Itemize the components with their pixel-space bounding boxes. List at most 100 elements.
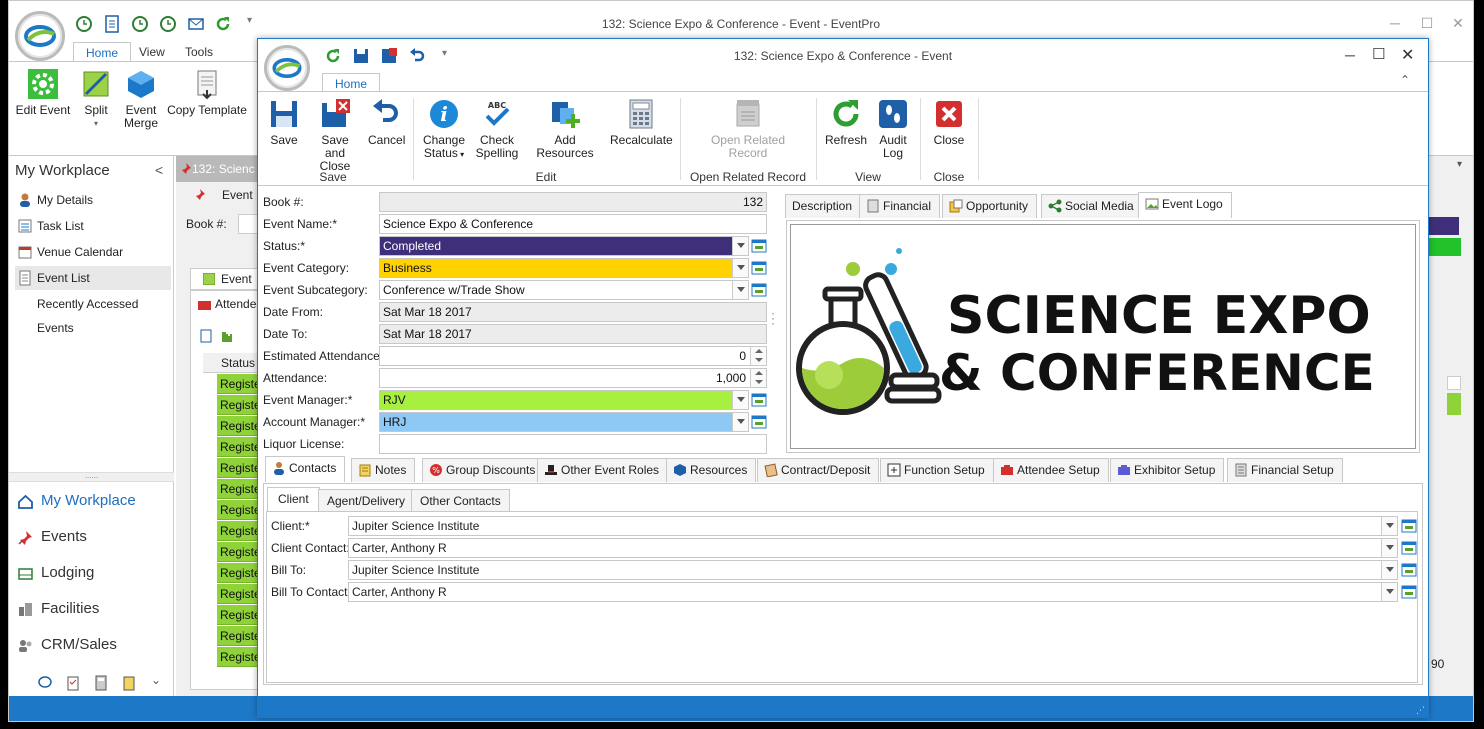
minimize-icon[interactable]: ─ xyxy=(1384,13,1406,33)
tab-contacts[interactable]: Contacts xyxy=(265,456,346,482)
tab-description[interactable]: Description xyxy=(785,194,862,218)
tab-attendee-setup[interactable]: Attendee Setup xyxy=(993,458,1109,482)
tab-resources[interactable]: Resources xyxy=(666,458,757,482)
resize-grip-icon[interactable]: ⋰ xyxy=(1416,705,1425,716)
save-and-close-button[interactable]: Save and Close xyxy=(310,98,360,173)
event-category-dropdown[interactable]: Business xyxy=(379,258,749,278)
bg-scroll-up[interactable] xyxy=(1447,376,1461,390)
collapse-sidebar-icon[interactable]: < xyxy=(155,162,163,178)
manager-lookup-icon[interactable] xyxy=(751,392,767,408)
tab-financial-setup[interactable]: Financial Setup xyxy=(1227,458,1343,482)
tab-financial[interactable]: Financial xyxy=(859,194,941,218)
bill-to-lookup-icon[interactable] xyxy=(1401,562,1417,578)
check-spelling-button[interactable]: ABC Check Spelling xyxy=(474,98,520,160)
copy-template-button[interactable]: Copy Template xyxy=(167,68,247,117)
new-icon[interactable] xyxy=(199,329,213,343)
add-resources-button[interactable]: Add Resources xyxy=(526,98,604,160)
dialog-tab-home[interactable]: Home xyxy=(322,73,381,92)
dialog-maximize-icon[interactable]: ☐ xyxy=(1372,45,1385,63)
audit-log-button[interactable]: Audit Log xyxy=(874,98,912,160)
event-manager-dropdown[interactable]: RJV xyxy=(379,390,749,410)
refresh-button[interactable]: Refresh xyxy=(824,98,868,147)
tab-event-logo[interactable]: Event Logo xyxy=(1138,192,1232,218)
tab-social-media[interactable]: Social Media xyxy=(1041,194,1143,218)
close-icon[interactable]: ✕ xyxy=(1447,13,1469,33)
add-icon[interactable] xyxy=(221,329,235,343)
event-merge-button[interactable]: Event Merge xyxy=(121,68,161,130)
subtab-agent-delivery[interactable]: Agent/Delivery xyxy=(318,489,415,511)
subtab-client[interactable]: Client xyxy=(267,487,320,511)
change-status-button[interactable]: i Change Status ▾ xyxy=(420,98,468,161)
tab-group-discounts[interactable]: % Group Discounts xyxy=(422,458,545,482)
status-dropdown[interactable]: Completed xyxy=(379,236,749,256)
sidebar-item-recent-events[interactable]: Recently Accessed Events xyxy=(15,292,171,335)
chevron-down-icon[interactable] xyxy=(732,237,748,255)
save-button[interactable]: Save xyxy=(264,98,304,147)
book-number-field[interactable]: 132 xyxy=(379,192,767,212)
nav-facilities[interactable]: Facilities xyxy=(17,596,167,622)
calculator-icon[interactable] xyxy=(93,675,109,691)
nav-lodging[interactable]: Lodging xyxy=(17,560,167,586)
sidebar-item-venue-calendar[interactable]: Venue Calendar xyxy=(15,240,171,264)
splitter-grip-icon[interactable]: · · · xyxy=(771,307,775,329)
category-lookup-icon[interactable] xyxy=(751,260,767,276)
cancel-button[interactable]: Cancel xyxy=(368,98,405,147)
client-lookup-icon[interactable] xyxy=(1401,518,1417,534)
account-manager-dropdown[interactable]: HRJ xyxy=(379,412,749,432)
chevron-down-icon[interactable] xyxy=(732,413,748,431)
recalculate-button[interactable]: Recalculate xyxy=(610,98,673,147)
attendance-field[interactable]: 1,000 xyxy=(379,368,767,388)
dialog-minimize-icon[interactable]: ─ xyxy=(1345,47,1355,63)
client-contact-dropdown[interactable]: Carter, Anthony R xyxy=(348,538,1398,558)
chevron-down-icon[interactable]: ⌄ xyxy=(151,673,161,687)
maximize-icon[interactable]: ☐ xyxy=(1416,13,1438,33)
chevron-down-icon[interactable] xyxy=(1381,539,1397,557)
date-to-field[interactable]: Sat Mar 18 2017 xyxy=(379,324,767,344)
chevron-down-icon[interactable] xyxy=(1381,561,1397,579)
ribbon-collapse-icon[interactable]: ⌃ xyxy=(1400,73,1410,87)
chevron-down-icon[interactable] xyxy=(732,259,748,277)
main-tab-view[interactable]: View xyxy=(127,42,177,62)
tab-other-event-roles[interactable]: Other Event Roles xyxy=(537,458,669,482)
open-related-record-button[interactable]: Open Related Record xyxy=(704,98,792,160)
close-button[interactable]: Close xyxy=(930,98,968,147)
dialog-close-icon[interactable]: ✕ xyxy=(1401,45,1414,65)
bg-attendee-tab[interactable]: Attendee xyxy=(195,297,263,311)
chevron-down-icon[interactable] xyxy=(1381,517,1397,535)
client-dropdown[interactable]: Jupiter Science Institute xyxy=(348,516,1398,536)
tab-opportunity[interactable]: Opportunity xyxy=(942,194,1038,218)
tab-contract-deposit[interactable]: Contract/Deposit xyxy=(757,458,880,482)
doc-tab[interactable]: 132: Scienc xyxy=(176,156,261,182)
sidebar-splitter[interactable]: ...... xyxy=(9,472,174,482)
doc-tab-menu-icon[interactable]: ▾ xyxy=(1457,159,1462,170)
sidebar-item-event-list[interactable]: Event List xyxy=(15,266,171,290)
chat-icon[interactable] xyxy=(37,675,53,691)
chevron-down-icon[interactable] xyxy=(732,281,748,299)
bg-scroll-thumb[interactable] xyxy=(1447,393,1461,415)
nav-events[interactable]: Events xyxy=(17,524,167,550)
spinner-icon[interactable] xyxy=(750,369,766,387)
tab-notes[interactable]: Notes xyxy=(351,458,416,482)
client-contact-lookup-icon[interactable] xyxy=(1401,540,1417,556)
sidebar-item-task-list[interactable]: Task List xyxy=(15,214,171,238)
chevron-down-icon[interactable] xyxy=(1381,583,1397,601)
bill-to-dropdown[interactable]: Jupiter Science Institute xyxy=(348,560,1398,580)
bill-to-contact-lookup-icon[interactable] xyxy=(1401,584,1417,600)
sidebar-item-my-details[interactable]: My Details xyxy=(15,188,171,212)
main-tab-home[interactable]: Home xyxy=(73,42,132,62)
tab-function-setup[interactable]: Function Setup xyxy=(880,458,994,482)
bg-event-tab[interactable]: Event xyxy=(196,188,253,202)
subcategory-lookup-icon[interactable] xyxy=(751,282,767,298)
main-tab-tools[interactable]: Tools xyxy=(173,42,225,62)
tab-exhibitor-setup[interactable]: Exhibitor Setup xyxy=(1110,458,1225,482)
notes-icon[interactable] xyxy=(121,675,137,691)
account-lookup-icon[interactable] xyxy=(751,414,767,430)
edit-event-button[interactable]: Edit Event xyxy=(15,68,71,117)
event-subcategory-dropdown[interactable]: Conference w/Trade Show xyxy=(379,280,749,300)
spinner-icon[interactable] xyxy=(750,347,766,365)
event-name-field[interactable]: Science Expo & Conference xyxy=(379,214,767,234)
subtab-other-contacts[interactable]: Other Contacts xyxy=(411,489,510,511)
clipboard-icon[interactable] xyxy=(65,675,81,691)
split-button[interactable]: Split ▾ xyxy=(79,68,113,130)
nav-crm-sales[interactable]: CRM/Sales xyxy=(17,632,167,658)
